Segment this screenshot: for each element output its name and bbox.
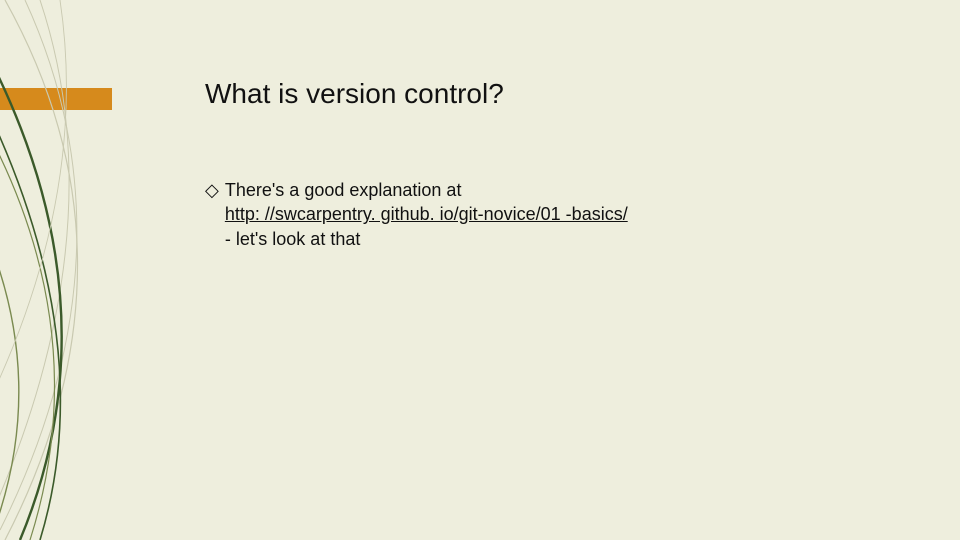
explanation-link[interactable]: http: //swcarpentry. github. io/git-novi… <box>225 204 628 224</box>
diamond-bullet-icon: ◇ <box>205 178 219 251</box>
bullet-line-1: There's a good explanation at <box>225 180 462 200</box>
bullet-line-3: - let's look at that <box>225 229 361 249</box>
bullet-item: ◇ There's a good explanation at http: //… <box>205 178 845 251</box>
slide-content: ◇ There's a good explanation at http: //… <box>205 178 845 251</box>
bullet-text: There's a good explanation at http: //sw… <box>225 178 845 251</box>
accent-bar <box>0 88 112 110</box>
slide-title: What is version control? <box>205 78 504 110</box>
